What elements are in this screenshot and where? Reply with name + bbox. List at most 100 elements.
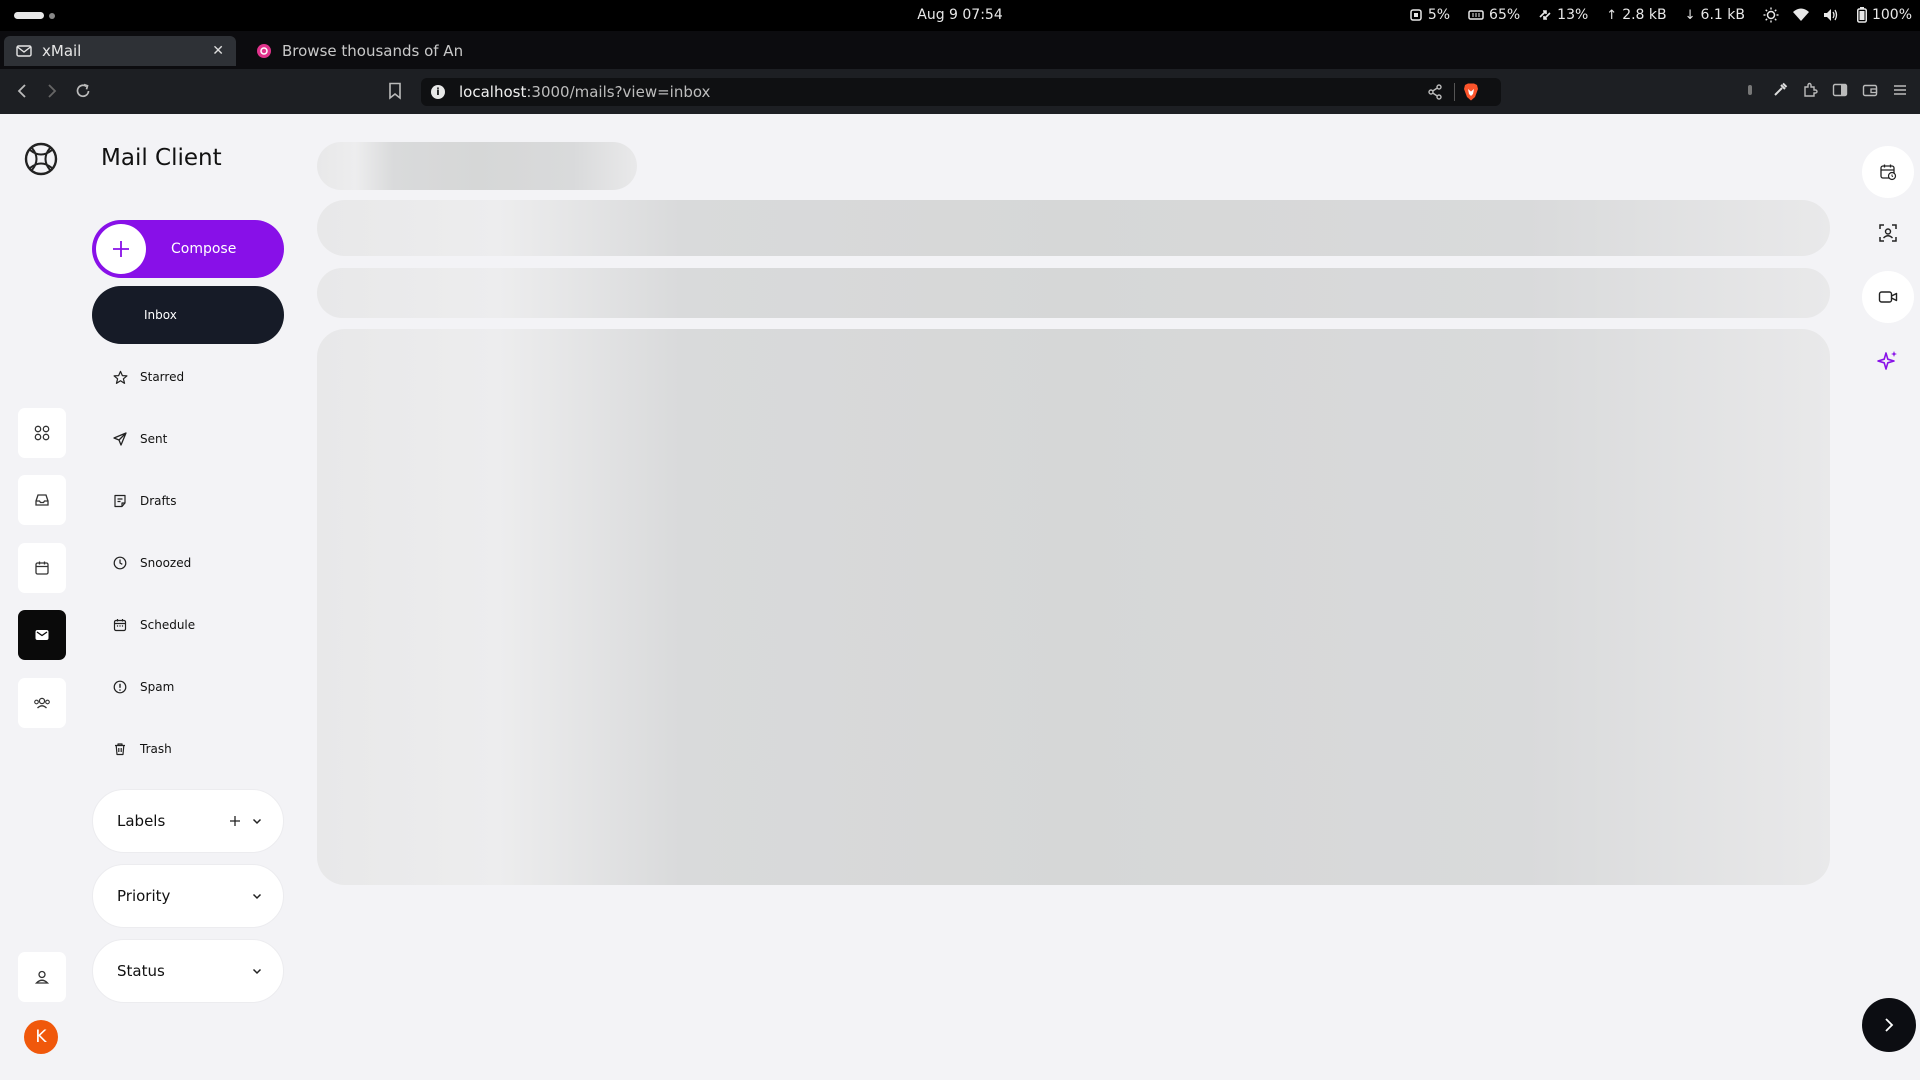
folder-snoozed[interactable]: Snoozed [92,534,284,592]
download-stat: ↓ 6.1 kB [1685,7,1745,23]
cpu-value: 5% [1427,7,1451,23]
tab-xmail[interactable]: xMail ✕ [4,36,236,66]
folder-label: Snoozed [140,556,192,570]
calendar-clock-icon [1880,164,1897,181]
apps-grid-button[interactable] [18,408,66,458]
address-bar[interactable]: i localhost:3000/mails?view=inbox [421,78,1501,106]
calendar-icon [35,561,49,575]
status-heading: Status [117,962,165,980]
drafts-icon [112,493,128,509]
chevron-down-icon[interactable] [251,965,263,977]
mail-icon [35,630,49,640]
send-icon [112,431,128,447]
apps-grid-icon [34,425,50,441]
compose-button[interactable]: Compose [92,220,284,278]
mail-button[interactable] [18,610,66,660]
leo-ai-icon[interactable] [1742,82,1758,98]
system-top-bar: Aug 9 07:54 5% 65% 13% ↑ 2.8 kB ↓ 6.1 kB [0,0,1920,31]
folder-inbox[interactable]: Inbox [92,286,284,344]
folder-starred[interactable]: Starred [92,348,284,406]
wifi-icon[interactable] [1792,8,1809,22]
cpu-stat: 5% [1409,7,1450,23]
eyedropper-icon[interactable] [1772,82,1788,98]
brightness-icon[interactable] [1763,7,1779,23]
reload-icon[interactable] [74,82,92,100]
skeleton-search-placeholder [317,200,1830,256]
extensions-icon[interactable] [1802,82,1818,98]
folder-label: Spam [140,680,175,694]
url-host: localhost [459,83,527,101]
folder-schedule[interactable]: Schedule [92,596,284,654]
bookmark-icon[interactable] [388,82,402,100]
url-text[interactable]: localhost:3000/mails?view=inbox [459,83,710,101]
browser-tab-bar: xMail ✕ Browse thousands of Analy + [0,31,1920,89]
cpu-icon [1410,9,1422,21]
ai-assist-button[interactable] [1862,335,1914,387]
swap-stat: 13% [1538,7,1588,23]
sidebar-toggle-icon[interactable] [1832,82,1848,98]
mail-favicon-icon [16,43,32,59]
calendar-clock-button[interactable] [1862,146,1914,198]
add-label-icon[interactable] [229,815,241,827]
inbox-tray-button[interactable] [18,475,66,525]
wallet-icon[interactable] [1862,82,1878,98]
contacts-icon [34,697,50,709]
memory-stat: 65% [1468,7,1520,23]
folder-spam[interactable]: Spam [92,658,284,716]
brave-shields-icon[interactable] [1463,83,1479,101]
folder-label: Sent [140,432,168,446]
battery-stat[interactable]: 100% [1856,7,1912,23]
left-app-rail: K [0,114,84,1080]
share-icon[interactable] [1427,84,1443,100]
profile-button[interactable] [18,952,66,1002]
labels-section[interactable]: Labels [92,789,284,853]
close-tab-icon[interactable]: ✕ [212,43,224,59]
system-stats: 5% 65% 13% ↑ 2.8 kB ↓ 6.1 kB 100% [1409,7,1912,23]
app-title: Mail Client [101,145,222,171]
url-path: :3000/mails?view=inbox [526,83,711,101]
skeleton-toolbar-placeholder [317,268,1830,318]
battery-value: 100% [1871,7,1912,23]
forward-icon[interactable] [44,82,60,100]
scan-button[interactable] [1862,207,1914,259]
back-icon[interactable] [14,82,30,100]
upload-arrow-icon: ↑ [1606,7,1618,23]
status-section[interactable]: Status [92,939,284,1003]
folder-label: Starred [140,370,185,384]
chevron-down-icon[interactable] [251,890,263,902]
browser-nav-bar: i localhost:3000/mails?view=inbox [0,69,1920,114]
alert-circle-icon [112,679,128,695]
swap-value: 13% [1557,7,1589,23]
folder-label: Inbox [144,308,177,322]
volume-icon[interactable] [1823,8,1839,22]
menu-icon[interactable] [1892,82,1908,98]
avatar[interactable]: K [24,1020,58,1054]
tab-analytics[interactable]: Browse thousands of Analy [244,36,476,66]
clock-icon [112,555,128,571]
chevron-right-icon [1885,1018,1894,1032]
labels-heading: Labels [117,812,166,830]
folder-sent[interactable]: Sent [92,410,284,468]
browser-toolbar-right [1742,82,1908,98]
mail-app: K Mail Client Compose Inbox Starred Sent… [0,114,1920,1080]
calendar-icon [112,617,128,633]
memory-value: 65% [1489,7,1521,23]
skeleton-title-placeholder [317,142,637,190]
chevron-down-icon[interactable] [251,815,263,827]
folder-drafts[interactable]: Drafts [92,472,284,530]
video-button[interactable] [1862,271,1914,323]
tab-title: xMail [42,42,82,60]
upload-value: 2.8 kB [1622,7,1667,23]
inbox-tray-icon [35,494,49,506]
priority-section[interactable]: Priority [92,864,284,928]
scan-icon [1879,224,1897,242]
compose-label: Compose [171,241,237,257]
expand-panel-button[interactable] [1862,998,1916,1052]
tray-icons [1763,7,1839,23]
calendar-button[interactable] [18,543,66,593]
folder-trash[interactable]: Trash [92,720,284,778]
app-logo-icon[interactable] [24,142,58,176]
site-info-icon[interactable]: i [431,85,445,99]
folder-label: Schedule [140,618,196,632]
contacts-button[interactable] [18,678,66,728]
